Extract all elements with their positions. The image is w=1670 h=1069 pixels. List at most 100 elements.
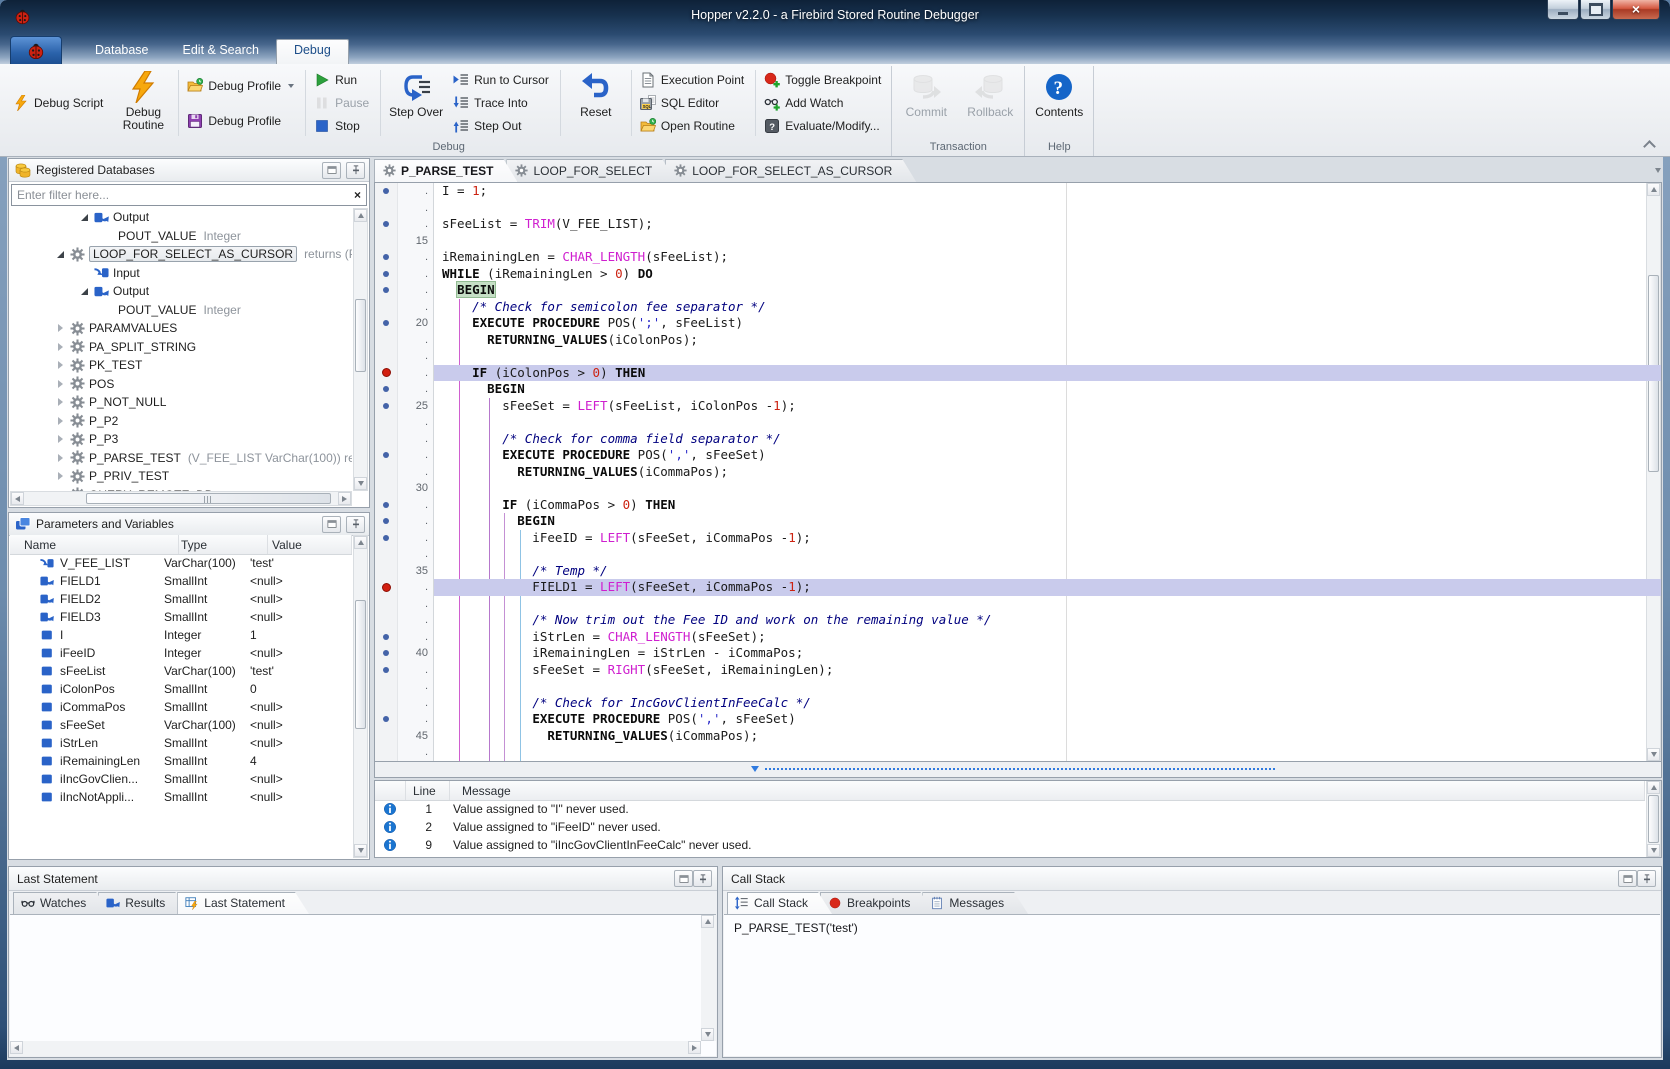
- variable-row-field3[interactable]: FIELD3SmallInt<null>: [10, 608, 352, 626]
- tree-item-paramvalues[interactable]: PARAMVALUES: [10, 319, 352, 338]
- column-type[interactable]: Type: [179, 535, 268, 554]
- code-line[interactable]: . FIELD1 = LEFT(sFeeSet, iCommaPos -1);: [375, 579, 1661, 596]
- gutter-marker[interactable]: [375, 365, 398, 382]
- call-stack-content[interactable]: P_PARSE_TEST('test'): [724, 914, 1660, 1056]
- code-line[interactable]: . IF (iColonPos > 0) THEN: [375, 365, 1661, 382]
- code-line[interactable]: .: [375, 678, 1661, 695]
- scroll-down-icon[interactable]: [1647, 844, 1660, 857]
- evaluate-modify-button[interactable]: Evaluate/Modify...: [759, 115, 889, 137]
- code-line[interactable]: .: [375, 414, 1661, 431]
- tree-item-pout-value[interactable]: POUT_VALUEInteger: [10, 301, 352, 320]
- debug-profile-button[interactable]: Debug Profile: [182, 75, 302, 97]
- gutter-marker[interactable]: [375, 266, 398, 283]
- content-scrollbar-horizontal[interactable]: [10, 1041, 701, 1056]
- expander-collapsed-icon[interactable]: [54, 451, 68, 465]
- expander-collapsed-icon[interactable]: [54, 469, 68, 483]
- minimize-button[interactable]: [1547, 0, 1579, 20]
- tree-item-input[interactable]: Input: [10, 264, 352, 283]
- tab-watches[interactable]: Watches: [13, 892, 110, 914]
- code-line[interactable]: .sFeeList = TRIM(V_FEE_LIST);: [375, 216, 1661, 233]
- code-line[interactable]: .: [375, 546, 1661, 563]
- gutter-marker[interactable]: [375, 398, 398, 415]
- code-line[interactable]: . sFeeSet = RIGHT(sFeeSet, iRemainingLen…: [375, 662, 1661, 679]
- add-watch-button[interactable]: Add Watch: [759, 92, 889, 114]
- variable-row-icolonpos[interactable]: iColonPosSmallInt0: [10, 680, 352, 698]
- tree-hscrollbar-thumb[interactable]: [86, 493, 331, 504]
- code-line[interactable]: .: [375, 744, 1661, 761]
- code-line[interactable]: 45 RETURNING_VALUES(iCommaPos);: [375, 728, 1661, 745]
- tab-breakpoints[interactable]: Breakpoints: [820, 892, 934, 914]
- tree-item-pk-test[interactable]: PK_TEST: [10, 356, 352, 375]
- gutter-marker[interactable]: [375, 513, 398, 530]
- gutter-marker[interactable]: [375, 447, 398, 464]
- gutter-marker[interactable]: [375, 662, 398, 679]
- expander-collapsed-icon[interactable]: [54, 321, 68, 335]
- stop-button[interactable]: Stop: [309, 115, 377, 137]
- panel-restore-button[interactable]: [674, 870, 693, 887]
- step-out-button[interactable]: Step Out: [448, 115, 557, 137]
- tree-item-p-priv-test[interactable]: P_PRIV_TEST: [10, 467, 352, 486]
- tab-results[interactable]: Results: [98, 892, 189, 914]
- variables-scrollbar-vertical[interactable]: [353, 535, 368, 858]
- run-button[interactable]: Run: [309, 69, 377, 91]
- variable-row-istrlen[interactable]: iStrLenSmallInt<null>: [10, 734, 352, 752]
- panel-pin-button[interactable]: [346, 516, 365, 533]
- messages-scrollbar-vertical[interactable]: [1646, 781, 1661, 857]
- expander-collapsed-icon[interactable]: [54, 358, 68, 372]
- panel-pin-button[interactable]: [346, 162, 365, 179]
- gutter-marker[interactable]: [375, 645, 398, 662]
- code-line[interactable]: 30: [375, 480, 1661, 497]
- variable-row-ifeeid[interactable]: iFeeIDInteger<null>: [10, 644, 352, 662]
- close-button[interactable]: ×: [1612, 0, 1660, 20]
- tree-scrollbar-vertical[interactable]: [353, 208, 368, 491]
- column-name[interactable]: Name: [10, 535, 179, 554]
- gutter-marker[interactable]: [375, 711, 398, 728]
- code-line[interactable]: 40 iRemainingLen = iStrLen - iCommaPos;: [375, 645, 1661, 662]
- content-scrollbar-vertical[interactable]: [701, 915, 716, 1041]
- ribbon-tab-edit-search[interactable]: Edit & Search: [166, 39, 276, 64]
- expander-collapsed-icon[interactable]: [54, 432, 68, 446]
- application-menu-button[interactable]: [10, 36, 62, 64]
- scroll-down-icon[interactable]: [354, 477, 367, 490]
- tree-item-pos[interactable]: POS: [10, 375, 352, 394]
- tree-item-output[interactable]: Output: [10, 208, 352, 227]
- messages-scrollbar-thumb[interactable]: [1648, 795, 1659, 843]
- variables-scrollbar-thumb[interactable]: [355, 600, 366, 728]
- ribbon-tab-debug[interactable]: Debug: [276, 39, 349, 64]
- gutter-marker[interactable]: [375, 282, 398, 299]
- expander-collapsed-icon[interactable]: [54, 377, 68, 391]
- expander-expanded-icon[interactable]: [54, 247, 68, 261]
- tree-item-p-parse-test[interactable]: P_PARSE_TEST(V_FEE_LIST VarChar(100)) re…: [10, 449, 352, 468]
- variable-row-iincnotappli[interactable]: iIncNotAppli...SmallInt<null>: [10, 788, 352, 806]
- expander-collapsed-icon[interactable]: [54, 414, 68, 428]
- gutter-marker[interactable]: [375, 530, 398, 547]
- code-line[interactable]: 20 EXECUTE PROCEDURE POS(';', sFeeList): [375, 315, 1661, 332]
- expander-expanded-icon[interactable]: [78, 210, 92, 224]
- tree-item-p-not-null[interactable]: P_NOT_NULL: [10, 393, 352, 412]
- message-row[interactable]: 9Value assigned to "iIncGovClientInFeeCa…: [375, 836, 1645, 854]
- tab-last-statement[interactable]: Last Statement: [177, 892, 309, 914]
- contents-button[interactable]: Contents: [1027, 66, 1091, 140]
- tab-call-stack[interactable]: Call Stack: [727, 892, 832, 914]
- sql-editor-button[interactable]: SQL Editor: [635, 92, 752, 114]
- scroll-up-icon[interactable]: [1647, 781, 1660, 794]
- gutter-marker[interactable]: [375, 381, 398, 398]
- maximize-button[interactable]: [1580, 0, 1611, 20]
- code-line[interactable]: . EXECUTE PROCEDURE POS(',', sFeeSet): [375, 447, 1661, 464]
- code-line[interactable]: . BEGIN: [375, 513, 1661, 530]
- editor-scrollbar-horizontal[interactable]: [374, 762, 1662, 778]
- code-line[interactable]: .: [375, 200, 1661, 217]
- ribbon-tab-database[interactable]: Database: [78, 39, 166, 64]
- tree-item-loop-for-select-as-cursor[interactable]: LOOP_FOR_SELECT_AS_CURSORreturns (POUT_V: [10, 245, 352, 264]
- code-line[interactable]: . /* Check for comma field separator */: [375, 431, 1661, 448]
- code-line[interactable]: . iFeeID = LEFT(sFeeSet, iCommaPos -1);: [375, 530, 1661, 547]
- toggle-breakpoint-button[interactable]: Toggle Breakpoint: [759, 69, 889, 91]
- gutter-marker[interactable]: [375, 315, 398, 332]
- code-line[interactable]: . /* Check for IncGovClientInFeeCalc */: [375, 695, 1661, 712]
- debug-profile-button[interactable]: Debug Profile: [182, 110, 302, 132]
- message-row[interactable]: 2Value assigned to "iFeeID" never used.: [375, 818, 1645, 836]
- editor-tab-loop-for-select-as-cursor[interactable]: LOOP_FOR_SELECT_AS_CURSOR: [665, 159, 916, 182]
- variable-row-sfeelist[interactable]: sFeeListVarChar(100)'test': [10, 662, 352, 680]
- code-line[interactable]: . /* Now trim out the Fee ID and work on…: [375, 612, 1661, 629]
- code-line[interactable]: . iStrLen = CHAR_LENGTH(sFeeSet);: [375, 629, 1661, 646]
